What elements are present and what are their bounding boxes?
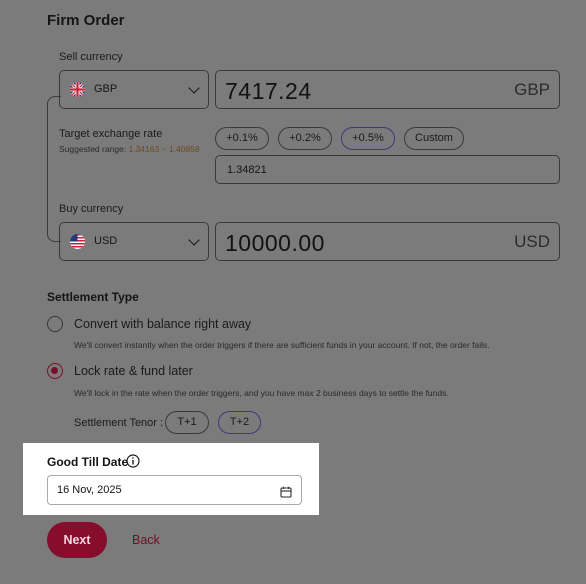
buy-currency-value: USD	[94, 235, 118, 247]
us-flag-icon	[70, 234, 85, 249]
calendar-icon[interactable]	[280, 485, 292, 498]
rate-pill-custom[interactable]: Custom	[404, 127, 464, 150]
chevron-down-icon	[188, 82, 200, 94]
currency-connector	[47, 96, 61, 242]
option-lock-rate-label[interactable]: Lock rate & fund later	[74, 364, 193, 378]
suggested-range-prefix: Suggested range:	[59, 144, 127, 154]
tenor-t2[interactable]: T+2	[218, 411, 261, 434]
radio-lock-rate[interactable]	[47, 363, 63, 379]
sell-amount-value: 7417.24	[225, 78, 312, 104]
buy-amount-input[interactable]: 10000.00 USD	[215, 222, 560, 261]
buy-currency-label: Buy currency	[59, 203, 124, 215]
tenor-t1[interactable]: T+1	[165, 411, 209, 434]
suggested-range: Suggested range: 1.34163 ~ 1.40858	[59, 144, 200, 154]
sell-currency-label: Sell currency	[59, 51, 123, 63]
suggested-range-values: 1.34163 ~ 1.40858	[128, 144, 200, 154]
target-rate-label: Target exchange rate	[59, 128, 163, 140]
buy-currency-select[interactable]: USD	[59, 222, 209, 261]
radio-convert-now[interactable]	[47, 316, 63, 332]
sell-currency-value: GBP	[94, 83, 118, 95]
target-rate-value: 1.34821	[227, 164, 267, 176]
sell-amount-unit: GBP	[514, 80, 550, 99]
good-till-date-value: 16 Nov, 2025	[57, 484, 122, 496]
rate-pill-0-5[interactable]: +0.5%	[341, 127, 395, 150]
page-title: Firm Order	[47, 12, 125, 29]
uk-flag-icon	[70, 82, 85, 97]
buy-amount-value: 10000.00	[225, 230, 325, 256]
rate-pill-0-1[interactable]: +0.1%	[215, 127, 269, 150]
buy-amount-unit: USD	[514, 232, 550, 251]
good-till-date-label: Good Till Date	[47, 455, 129, 469]
settlement-type-title: Settlement Type	[47, 290, 139, 304]
next-button[interactable]: Next	[47, 522, 107, 558]
good-till-date-input[interactable]: 16 Nov, 2025	[47, 475, 302, 505]
back-link[interactable]: Back	[132, 533, 160, 547]
target-rate-input[interactable]: 1.34821	[215, 155, 560, 184]
option-lock-rate-description: We'll lock in the rate when the order tr…	[74, 388, 449, 398]
rate-pill-0-2[interactable]: +0.2%	[278, 127, 332, 150]
settlement-tenor-label: Settlement Tenor :	[74, 417, 164, 429]
chevron-down-icon	[188, 234, 200, 246]
option-convert-now-label[interactable]: Convert with balance right away	[74, 317, 251, 331]
info-icon[interactable]	[126, 454, 140, 468]
sell-amount-input[interactable]: 7417.24 GBP	[215, 70, 560, 109]
sell-currency-select[interactable]: GBP	[59, 70, 209, 109]
option-convert-now-description: We'll convert instantly when the order t…	[74, 340, 490, 350]
